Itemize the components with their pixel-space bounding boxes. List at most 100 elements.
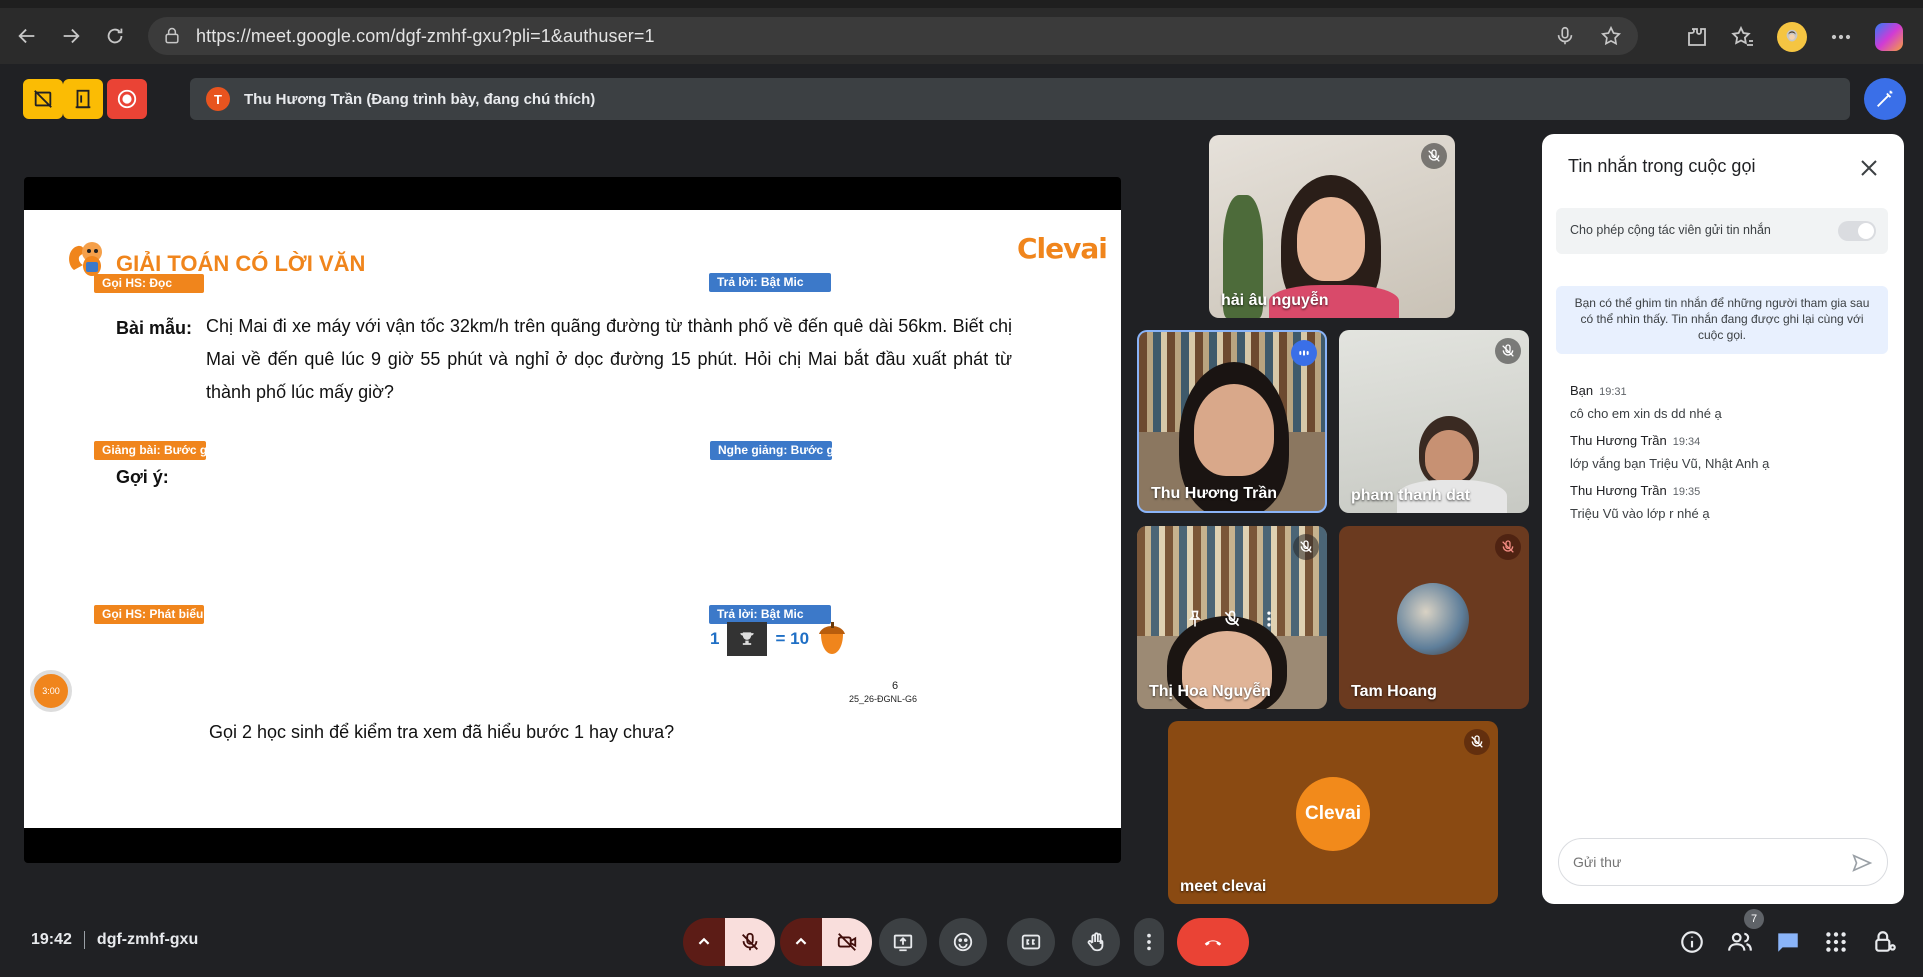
tile-hover-controls: [1177, 602, 1287, 636]
message-time: 19:35: [1672, 486, 1701, 498]
audio-settings-button[interactable]: [683, 918, 725, 966]
allow-messages-setting: Cho phép cộng tác viên gửi tin nhắn: [1556, 208, 1888, 254]
people-button[interactable]: [1727, 929, 1753, 955]
mic-off-icon: [742, 932, 758, 951]
browser-tab-strip: [0, 0, 1923, 8]
speaking-indicator: [1291, 340, 1317, 366]
reward-info: 1 = 10: [710, 622, 847, 656]
more-options-icon[interactable]: [1829, 25, 1853, 49]
chat-message-input[interactable]: [1573, 851, 1833, 873]
chat-message: Bạn 19:31 cô cho em xin ds dd nhé ạ: [1570, 382, 1722, 421]
activities-button[interactable]: [1823, 929, 1849, 955]
acorn-icon: [819, 622, 846, 654]
back-button[interactable]: [10, 19, 44, 53]
toggle-knob: [1858, 223, 1874, 239]
reactions-button[interactable]: [939, 918, 987, 966]
presenter-avatar: T: [206, 87, 230, 111]
video-tile-thi-hoa-nguyen[interactable]: Thị Hoa Nguyễn: [1137, 526, 1327, 709]
meet-topbar: T Thu Hương Trần (Đang trình bày, đang c…: [4, 64, 1919, 128]
video-tile-meet-clevai[interactable]: Clevai meet clevai: [1168, 721, 1498, 904]
current-time: 19:42: [31, 931, 72, 948]
divider: [83, 931, 85, 949]
lock-person-icon: [1875, 931, 1896, 952]
microphone-icon[interactable]: [1554, 25, 1576, 47]
allow-messages-toggle[interactable]: [1838, 221, 1876, 241]
door-icon: [75, 89, 91, 109]
pin-icon[interactable]: [1185, 609, 1205, 629]
participant-name: Thu Hương Trần: [1151, 485, 1278, 502]
participant-name: meet clevai: [1180, 878, 1267, 895]
message-time: 19:31: [1599, 386, 1627, 398]
mic-off-icon: [1502, 540, 1514, 553]
camera-toggle-button[interactable]: [822, 918, 872, 966]
chat-button[interactable]: [1775, 929, 1801, 955]
chevron-up-icon: [698, 937, 710, 945]
camera-off-icon: [837, 933, 857, 951]
muted-indicator: [1421, 143, 1447, 169]
participant-name: pham thanh dat: [1351, 487, 1471, 504]
meet-bottom-bar: 19:42 dgf-zmhf-gxu 7: [4, 906, 1919, 975]
message-sender: Thu Hương Trần: [1570, 483, 1667, 498]
present-screen-button[interactable]: [879, 918, 927, 966]
participant-name: Tam Hoang: [1351, 683, 1437, 700]
more-options-button[interactable]: [1134, 918, 1164, 966]
record-icon: [117, 89, 137, 109]
profile-avatar[interactable]: [1777, 22, 1807, 52]
in-call-chat-panel: Tin nhắn trong cuộc gọi Cho phép cộng tá…: [1542, 134, 1904, 904]
closed-caption-icon: [1021, 934, 1041, 950]
clevai-avatar: Clevai: [1296, 777, 1370, 851]
trophy-icon: [727, 622, 768, 656]
timer-badge[interactable]: 3:00: [30, 670, 72, 712]
muted-indicator: [1293, 534, 1319, 560]
meeting-code[interactable]: dgf-zmhf-gxu: [97, 931, 198, 949]
star-icon[interactable]: [1600, 25, 1622, 47]
audio-level-icon: [1299, 350, 1309, 356]
hide-annotations-button[interactable]: [23, 79, 63, 119]
chat-input-box[interactable]: [1558, 838, 1888, 886]
microphone-toggle-button[interactable]: [725, 918, 775, 966]
forward-button[interactable]: [54, 19, 88, 53]
more-vert-icon[interactable]: [1259, 609, 1279, 629]
annotation-off-icon: [34, 90, 52, 108]
favorites-icon[interactable]: [1731, 25, 1755, 49]
question-text: Gọi 2 học sinh để kiểm tra xem đã hiểu b…: [209, 722, 675, 742]
chat-icon: [1778, 933, 1798, 952]
site-info-icon[interactable]: [162, 26, 182, 46]
address-bar[interactable]: https://meet.google.com/dgf-zmhf-gxu?pli…: [148, 17, 1638, 55]
info-icon: [1681, 931, 1703, 953]
message-sender: Bạn: [1570, 383, 1594, 398]
tag-goi-hs-doc: Gọi HS: Đọc: [94, 274, 204, 293]
captions-button[interactable]: [1007, 918, 1055, 966]
video-tile-hai-au-nguyen[interactable]: hải âu nguyễn: [1209, 135, 1455, 318]
mic-off-icon: [1502, 344, 1514, 357]
annotation-tools-button[interactable]: [1864, 78, 1906, 120]
browser-toolbar: https://meet.google.com/dgf-zmhf-gxu?pli…: [0, 8, 1923, 64]
room-button[interactable]: [63, 79, 103, 119]
copilot-icon[interactable]: [1875, 23, 1903, 51]
tag-giang-bai: Giảng bài: Bước giải: [94, 441, 221, 460]
recording-button[interactable]: [107, 79, 147, 119]
raise-hand-button[interactable]: [1072, 918, 1120, 966]
send-icon[interactable]: [1851, 852, 1873, 874]
meeting-details-button[interactable]: [1679, 929, 1705, 955]
chat-message: Thu Hương Trần 19:35 Triệu Vũ vào lớp r n…: [1570, 482, 1710, 521]
presenter-status: Thu Hương Trần (Đang trình bày, đang chú…: [244, 90, 596, 108]
url-text[interactable]: https://meet.google.com/dgf-zmhf-gxu?pli…: [196, 26, 655, 47]
mic-off-icon: [1428, 149, 1440, 162]
mute-participant-icon[interactable]: [1222, 609, 1242, 629]
video-tile-tam-hoang[interactable]: Tam Hoang: [1339, 526, 1529, 709]
close-icon[interactable]: [1857, 156, 1881, 180]
video-tile-thu-huong-tran[interactable]: Thu Hương Trần: [1137, 330, 1327, 513]
video-tile-pham-thanh-dat[interactable]: pham thanh dat: [1339, 330, 1529, 513]
hand-icon: [1087, 932, 1104, 952]
extensions-icon[interactable]: [1685, 25, 1709, 49]
reload-button[interactable]: [98, 19, 132, 53]
video-settings-button[interactable]: [780, 918, 822, 966]
user-face-icon: [1786, 29, 1798, 42]
host-controls-button[interactable]: [1872, 929, 1898, 955]
mic-off-icon: [1471, 735, 1483, 748]
leave-call-button[interactable]: [1177, 918, 1249, 966]
tag-goi-hs-phat-bieu: Gọi HS: Phát biểu: [94, 605, 204, 624]
presentation-frame: GIẢI TOÁN CÓ LỜI VĂN Clevai Gọi HS: Đọc …: [24, 177, 1121, 863]
mic-control-group: [683, 918, 775, 966]
